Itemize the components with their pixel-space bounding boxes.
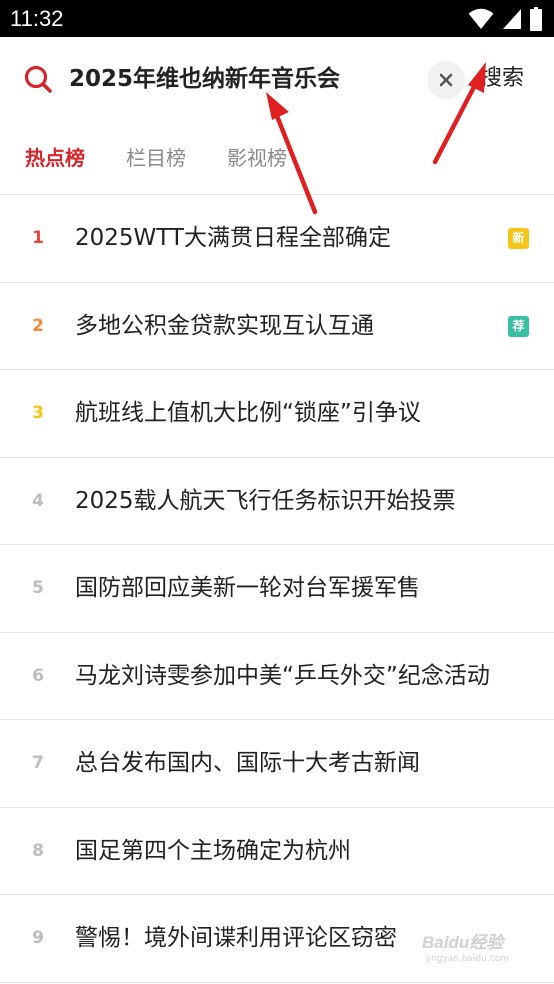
close-icon bbox=[439, 73, 453, 87]
ranking-tabs: 热点榜 栏目榜 影视榜 bbox=[0, 140, 554, 180]
item-title[interactable]: 2025载人航天飞行任务标识开始投票 bbox=[75, 458, 456, 544]
item-title[interactable]: 马龙刘诗雯参加中美“乒乓外交”纪念活动 bbox=[75, 633, 490, 719]
list-item[interactable]: 6 马龙刘诗雯参加中美“乒乓外交”纪念活动 bbox=[0, 633, 554, 720]
rank-number: 6 bbox=[32, 665, 44, 686]
list-item[interactable]: 4 2025载人航天飞行任务标识开始投票 bbox=[0, 458, 554, 545]
baidu-jingyan-watermark: Baidu经验 bbox=[422, 928, 503, 953]
tab-film-tv[interactable]: 影视榜 bbox=[227, 140, 287, 176]
rank-number: 9 bbox=[32, 928, 44, 948]
wifi-icon bbox=[468, 8, 494, 29]
rank-number: 8 bbox=[32, 840, 44, 861]
status-time: 11:32 bbox=[10, 6, 64, 31]
hot-list: 1 2025WTT大满贯日程全部确定 新 2 多地公积金贷款实现互认互通 荐 3… bbox=[0, 195, 554, 983]
rank-number: 2 bbox=[32, 315, 44, 336]
search-icon bbox=[24, 65, 52, 93]
tab-hot[interactable]: 热点榜 bbox=[25, 140, 85, 176]
clear-search-button[interactable] bbox=[427, 61, 465, 99]
status-bar: 11:32 bbox=[0, 0, 554, 37]
search-button[interactable]: 搜索 bbox=[480, 63, 524, 95]
item-title[interactable]: 国防部回应美新一轮对台军援军售 bbox=[75, 545, 420, 631]
list-item[interactable]: 2 多地公积金贷款实现互认互通 荐 bbox=[0, 283, 554, 370]
item-title[interactable]: 2025WTT大满贯日程全部确定 bbox=[75, 195, 391, 281]
battery-icon bbox=[530, 7, 542, 31]
watermark-logo: Baidu经验 bbox=[422, 933, 504, 952]
item-title[interactable]: 航班线上值机大比例“锁座”引争议 bbox=[75, 370, 421, 456]
list-item[interactable]: 8 国足第四个主场确定为杭州 bbox=[0, 808, 554, 895]
item-title[interactable]: 国足第四个主场确定为杭州 bbox=[75, 808, 351, 894]
search-input[interactable]: 2025年维也纳新年音乐会 bbox=[69, 63, 340, 95]
item-title[interactable]: 总台发布国内、国际十大考古新闻 bbox=[75, 720, 420, 806]
list-item[interactable]: 1 2025WTT大满贯日程全部确定 新 bbox=[0, 195, 554, 283]
list-item[interactable]: 7 总台发布国内、国际十大考古新闻 bbox=[0, 720, 554, 808]
rank-number: 4 bbox=[32, 490, 44, 511]
signal-icon bbox=[503, 9, 521, 29]
item-title[interactable]: 多地公积金贷款实现互认互通 bbox=[75, 283, 374, 369]
search-bar: 2025年维也纳新年音乐会 搜索 bbox=[0, 37, 554, 125]
recommend-badge: 荐 bbox=[508, 315, 529, 337]
list-item[interactable]: 3 航班线上值机大比例“锁座”引争议 bbox=[0, 370, 554, 458]
new-badge: 新 bbox=[508, 228, 529, 249]
rank-number: 1 bbox=[32, 228, 44, 248]
list-item[interactable]: 5 国防部回应美新一轮对台军援军售 bbox=[0, 545, 554, 633]
tab-column[interactable]: 栏目榜 bbox=[126, 140, 186, 176]
rank-number: 3 bbox=[32, 403, 44, 423]
watermark-url: jingyan.baidu.com bbox=[426, 954, 510, 964]
rank-number: 7 bbox=[32, 753, 44, 773]
rank-number: 5 bbox=[32, 578, 44, 598]
status-icons bbox=[468, 7, 542, 31]
item-title[interactable]: 警惕！境外间谍利用评论区窃密 bbox=[75, 895, 397, 981]
